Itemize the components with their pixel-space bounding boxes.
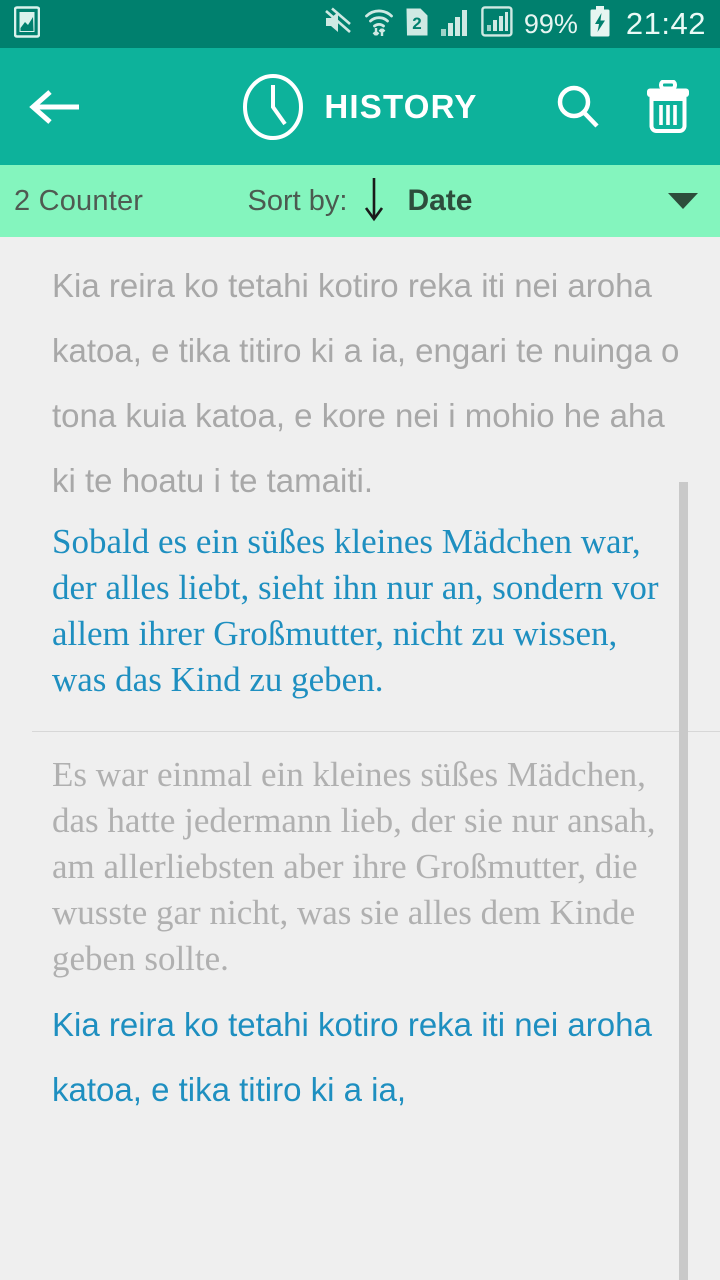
signal-bars-icon	[440, 7, 470, 42]
back-button[interactable]	[24, 76, 86, 138]
sort-bar: 2 Counter Sort by: Date	[0, 165, 720, 237]
arrow-left-icon	[29, 89, 79, 124]
history-item-target-text: Kia reira ko tetahi kotiro reka iti nei …	[52, 1006, 652, 1108]
history-item-source-text: Kia reira ko tetahi kotiro reka iti nei …	[52, 267, 680, 499]
app-bar: HISTORY	[0, 48, 720, 165]
page-title: HISTORY	[324, 87, 478, 125]
status-bar-right-icons: 2 99% 21:42	[323, 5, 706, 43]
history-item[interactable]: Kia reira ko tetahi kotiro reka iti nei …	[0, 237, 720, 731]
search-icon	[557, 85, 599, 128]
app-bar-actions	[550, 79, 696, 135]
status-bar-left-icons	[13, 5, 41, 43]
history-item-target-text: Sobald es ein süßes kleines Mädchen war,…	[52, 522, 659, 699]
sort-value-label: Date	[407, 184, 473, 217]
counter-label: 2 Counter	[14, 184, 144, 217]
history-item[interactable]: Es war einmal ein kleines süßes Mädchen,…	[0, 732, 720, 1122]
status-bar-clock: 21:42	[625, 6, 706, 41]
sort-by-label: Sort by:	[247, 184, 348, 217]
svg-text:2: 2	[412, 14, 421, 33]
delete-all-button[interactable]	[640, 79, 696, 135]
vertical-scrollbar[interactable]	[679, 482, 688, 1280]
battery-percent-label: 99%	[523, 8, 578, 39]
history-item-source-text: Es war einmal ein kleines süßes Mädchen,…	[52, 755, 656, 978]
search-button[interactable]	[550, 79, 606, 135]
image-icon	[13, 5, 41, 43]
sim2-icon: 2	[405, 7, 429, 42]
chevron-down-icon	[668, 193, 698, 209]
clock-icon	[243, 73, 304, 140]
wifi-transfer-icon	[364, 6, 394, 43]
mute-icon	[323, 7, 353, 42]
sort-direction-down-icon[interactable]	[361, 175, 387, 228]
battery-charging-icon	[589, 5, 611, 43]
app-root: 2 99% 21:42 HISTORY 2 Counter Sort by: D…	[0, 0, 720, 1280]
sort-dropdown-button[interactable]	[666, 190, 706, 212]
status-bar: 2 99% 21:42	[0, 0, 720, 48]
trash-icon	[647, 79, 689, 133]
data-signal-icon	[481, 6, 513, 42]
history-list[interactable]: Kia reira ko tetahi kotiro reka iti nei …	[0, 237, 720, 1280]
